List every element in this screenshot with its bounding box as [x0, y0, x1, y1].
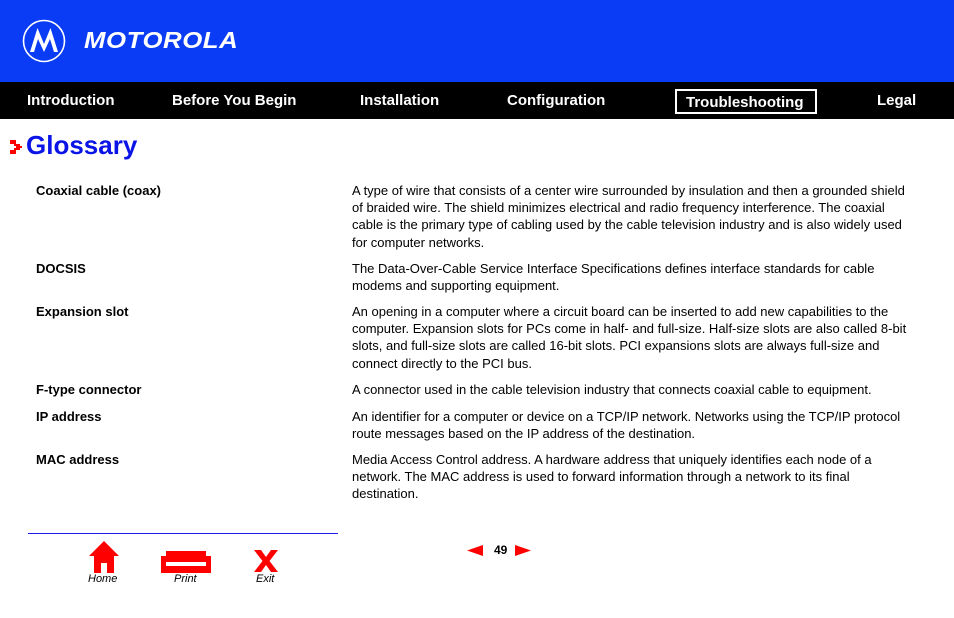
glossary-term: DOCSIS [36, 261, 86, 276]
nav-introduction[interactable]: Introduction [27, 82, 114, 119]
nav-before-you-begin[interactable]: Before You Begin [172, 82, 296, 119]
brand-wordmark: MOTOROLA [84, 27, 239, 53]
red-arrow-bullet-icon [10, 140, 22, 154]
home-label: Home [88, 573, 118, 585]
nav-installation[interactable]: Installation [360, 82, 439, 119]
exit-label: Exit [256, 573, 275, 585]
next-page-arrow-icon[interactable] [515, 545, 531, 556]
glossary-definition: The Data-Over-Cable Service Interface Sp… [352, 261, 875, 294]
home-icon [89, 541, 119, 573]
footer-divider [28, 533, 338, 534]
glossary-term: Expansion slot [36, 304, 129, 319]
print-icon [161, 551, 211, 573]
glossary-term: Coaxial cable (coax) [36, 183, 161, 198]
page-title: Glossary [26, 130, 138, 160]
page-number: 49 [494, 543, 508, 557]
print-label: Print [174, 573, 197, 585]
glossary-definition: A type of wire that consists of a center… [352, 183, 905, 250]
previous-page-arrow-icon[interactable] [467, 545, 483, 556]
glossary-term: IP address [36, 409, 102, 424]
glossary-definition: Media Access Control address. A hardware… [352, 452, 872, 502]
exit-icon [254, 550, 278, 572]
glossary-definition: An opening in a computer where a circuit… [352, 304, 907, 371]
nav-troubleshooting[interactable]: Troubleshooting [675, 89, 817, 114]
nav-configuration[interactable]: Configuration [507, 82, 605, 119]
glossary-definition: An identifier for a computer or device o… [352, 409, 901, 442]
glossary-term: MAC address [36, 452, 120, 467]
glossary-definition: A connector used in the cable television… [352, 382, 872, 397]
top-nav: Introduction Before You Begin Installati… [0, 82, 954, 119]
motorola-logo-icon [22, 19, 66, 63]
nav-legal[interactable]: Legal [877, 82, 916, 119]
glossary-term: F-type connector [36, 382, 142, 397]
header-banner: MOTOROLA [0, 0, 954, 82]
